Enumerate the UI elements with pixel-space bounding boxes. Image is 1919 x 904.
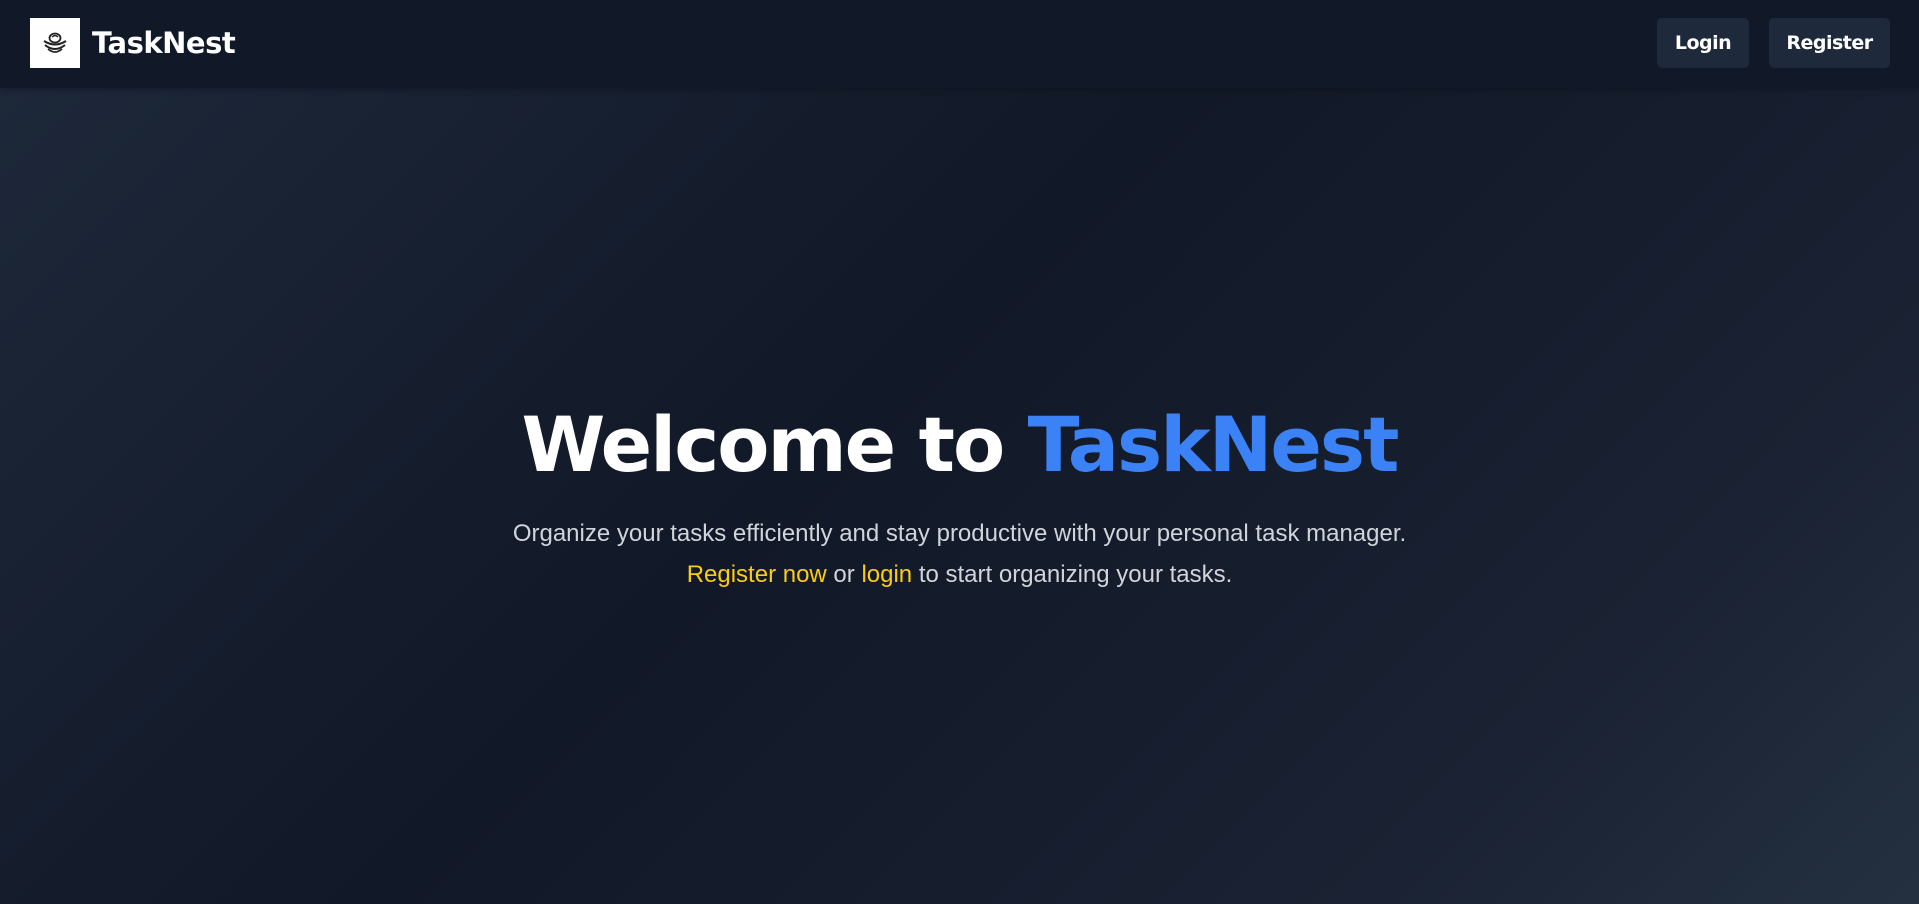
or-text: or <box>826 561 862 588</box>
register-now-link[interactable]: Register now <box>687 561 827 588</box>
hero-title-accent: TaskNest <box>1027 400 1400 489</box>
register-button[interactable]: Register <box>1769 18 1890 68</box>
top-navbar: TaskNest Login Register <box>0 0 1919 88</box>
line2-suffix: to start organizing your tasks. <box>912 561 1233 588</box>
hero-section: Welcome to TaskNest Organize your tasks … <box>0 395 1919 595</box>
hero-title-prefix: Welcome to <box>521 400 1028 489</box>
login-button[interactable]: Login <box>1657 18 1749 68</box>
brand-home-link[interactable]: TaskNest <box>30 18 236 68</box>
brand-name: TaskNest <box>92 26 236 60</box>
hero-subtitle-line1: Organize your tasks efficiently and stay… <box>512 520 1407 547</box>
hero-subtitle-line2: Register now or login to start organizin… <box>0 554 1919 595</box>
hero-subtitle: Organize your tasks efficiently and stay… <box>0 513 1919 595</box>
hero-title: Welcome to TaskNest <box>0 395 1919 495</box>
nest-icon <box>30 18 80 68</box>
login-link[interactable]: login <box>861 561 912 588</box>
